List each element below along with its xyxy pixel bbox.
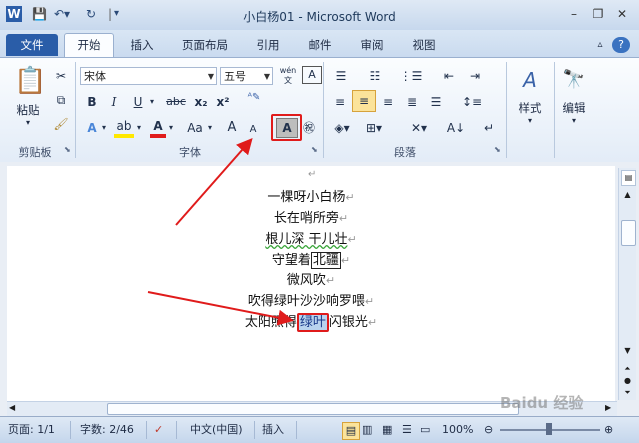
ruler-toggle-icon[interactable]: ▤	[621, 170, 636, 186]
page-count[interactable]: 页面: 1/1	[8, 422, 55, 438]
zoom-slider-thumb[interactable]	[546, 423, 552, 435]
status-separator	[254, 421, 255, 439]
outline-view-icon[interactable]: ☰	[402, 422, 412, 438]
status-separator	[296, 421, 297, 439]
word-count[interactable]: 字数: 2/46	[80, 422, 134, 438]
previous-page-icon[interactable]: ⏶	[621, 364, 634, 374]
status-separator	[176, 421, 177, 439]
full-screen-reading-icon[interactable]: ▥	[362, 422, 372, 438]
draft-view-icon[interactable]: ▭	[420, 422, 430, 438]
vertical-scrollbar[interactable]: ▤ ▲ ▼ ⏶ ● ⏷	[618, 168, 636, 400]
watermark: Baidu 经验	[500, 394, 584, 412]
status-separator	[146, 421, 147, 439]
scroll-down-icon[interactable]: ▼	[621, 346, 634, 358]
next-page-icon[interactable]: ⏷	[621, 388, 634, 398]
proofing-icon[interactable]: ✓	[154, 422, 163, 438]
status-bar: 页面: 1/1 字数: 2/46 ✓ 中文(中国) 插入 ▤ ▥ ▦ ☰ ▭ 1…	[0, 416, 639, 443]
scroll-right-icon[interactable]: ▶	[605, 403, 611, 412]
h-scroll-thumb[interactable]	[107, 403, 519, 415]
status-separator	[70, 421, 71, 439]
zoom-out-icon[interactable]: ⊖	[484, 422, 493, 438]
zoom-level[interactable]: 100%	[442, 422, 473, 438]
annotation-arrows	[147, 137, 294, 326]
language-indicator[interactable]: 中文(中国)	[190, 422, 243, 438]
arrow-to-selected-text	[147, 291, 294, 326]
insert-mode[interactable]: 插入	[262, 422, 284, 438]
web-layout-icon[interactable]: ▦	[382, 422, 392, 438]
browse-object-icon[interactable]: ●	[621, 376, 634, 386]
scroll-left-icon[interactable]: ◀	[9, 403, 15, 412]
zoom-in-icon[interactable]: ⊕	[604, 422, 613, 438]
scroll-thumb[interactable]	[621, 220, 636, 246]
scroll-up-icon[interactable]: ▲	[621, 190, 634, 202]
arrow-to-shading-button	[175, 137, 253, 226]
print-layout-view-icon[interactable]: ▤	[342, 422, 360, 440]
